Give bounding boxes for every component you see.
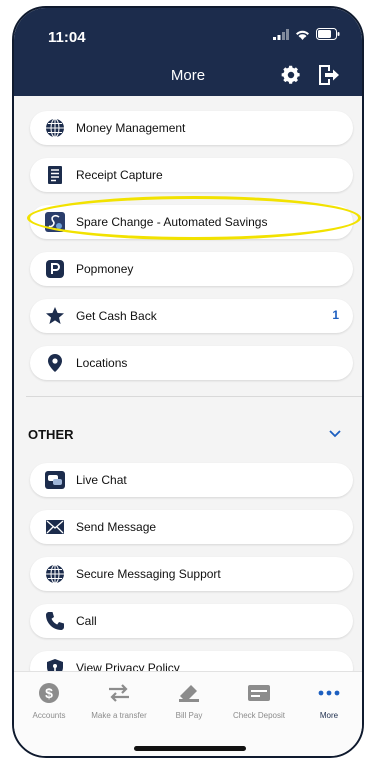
chevron-down-icon[interactable] bbox=[328, 429, 342, 439]
highlight-annotation bbox=[27, 196, 361, 240]
globe-icon bbox=[44, 117, 66, 139]
tab-label: Make a transfer bbox=[91, 711, 147, 720]
page-title: More bbox=[170, 67, 206, 84]
bottom-tab-bar: $ Accounts Make a transfer Bill Pay Chec… bbox=[14, 671, 362, 756]
transfer-arrows-icon bbox=[109, 684, 129, 702]
more-menu-content: Money Management Receipt Capture Spare C… bbox=[14, 96, 362, 671]
menu-item-label: Send Message bbox=[76, 520, 157, 534]
menu-item-label: Money Management bbox=[76, 121, 186, 135]
status-icons bbox=[273, 28, 340, 40]
menu-item-secure-messaging-support[interactable]: Secure Messaging Support bbox=[30, 557, 353, 591]
menu-item-view-privacy-policy[interactable]: View Privacy Policy bbox=[30, 651, 353, 671]
gear-icon[interactable] bbox=[280, 64, 302, 86]
tab-make-a-transfer[interactable]: Make a transfer bbox=[84, 680, 154, 720]
globe-icon bbox=[44, 563, 66, 585]
app-header: 11:04 More bbox=[14, 8, 362, 96]
menu-item-label: Secure Messaging Support bbox=[76, 567, 221, 581]
menu-item-label: Locations bbox=[76, 356, 128, 370]
tab-label: Check Deposit bbox=[232, 711, 286, 720]
logout-icon[interactable] bbox=[316, 63, 340, 87]
status-bar: 11:04 bbox=[14, 8, 362, 54]
svg-text:$: $ bbox=[45, 685, 53, 701]
menu-item-label: Get Cash Back bbox=[76, 309, 157, 323]
tab-label: Bill Pay bbox=[175, 711, 203, 720]
menu-item-receipt-capture[interactable]: Receipt Capture bbox=[30, 158, 353, 192]
menu-item-label: Call bbox=[76, 614, 97, 628]
signal-icon bbox=[273, 28, 289, 40]
tab-label: More bbox=[319, 711, 339, 720]
battery-icon bbox=[316, 28, 340, 40]
section-divider bbox=[26, 396, 362, 397]
home-indicator bbox=[134, 746, 246, 751]
tab-more[interactable]: More bbox=[294, 680, 362, 720]
menu-item-send-message[interactable]: Send Message bbox=[30, 510, 353, 544]
bill-pay-icon bbox=[179, 685, 199, 702]
menu-item-label: Popmoney bbox=[76, 262, 134, 276]
tab-bill-pay[interactable]: Bill Pay bbox=[154, 680, 224, 720]
envelope-icon bbox=[44, 516, 66, 538]
receipt-icon bbox=[44, 164, 66, 186]
section-title-other: OTHER bbox=[28, 427, 74, 442]
phone-frame: 11:04 More Money Management Receipt Capt… bbox=[12, 6, 364, 758]
cash-back-count-badge: 1 bbox=[332, 308, 339, 322]
menu-item-money-management[interactable]: Money Management bbox=[30, 111, 353, 145]
tab-accounts[interactable]: $ Accounts bbox=[14, 680, 84, 720]
chat-icon bbox=[44, 469, 66, 491]
menu-item-label: Receipt Capture bbox=[76, 168, 163, 182]
menu-item-label: View Privacy Policy bbox=[76, 661, 180, 671]
shield-icon bbox=[44, 657, 66, 671]
dollar-icon: $ bbox=[39, 683, 59, 703]
menu-item-get-cash-back[interactable]: Get Cash Back 1 bbox=[30, 299, 353, 333]
menu-item-call[interactable]: Call bbox=[30, 604, 353, 638]
status-time: 11:04 bbox=[48, 29, 86, 46]
menu-item-label: Live Chat bbox=[76, 473, 127, 487]
location-pin-icon bbox=[44, 352, 66, 374]
tab-label: Accounts bbox=[32, 711, 66, 720]
tab-check-deposit[interactable]: Check Deposit bbox=[224, 680, 294, 720]
phone-icon bbox=[44, 610, 66, 632]
menu-item-locations[interactable]: Locations bbox=[30, 346, 353, 380]
menu-item-live-chat[interactable]: Live Chat bbox=[30, 463, 353, 497]
check-deposit-icon bbox=[248, 685, 270, 701]
wifi-icon bbox=[296, 30, 309, 40]
more-dots-icon bbox=[318, 690, 340, 696]
menu-item-popmoney[interactable]: Popmoney bbox=[30, 252, 353, 286]
popmoney-icon bbox=[44, 258, 66, 280]
star-icon bbox=[44, 305, 66, 327]
